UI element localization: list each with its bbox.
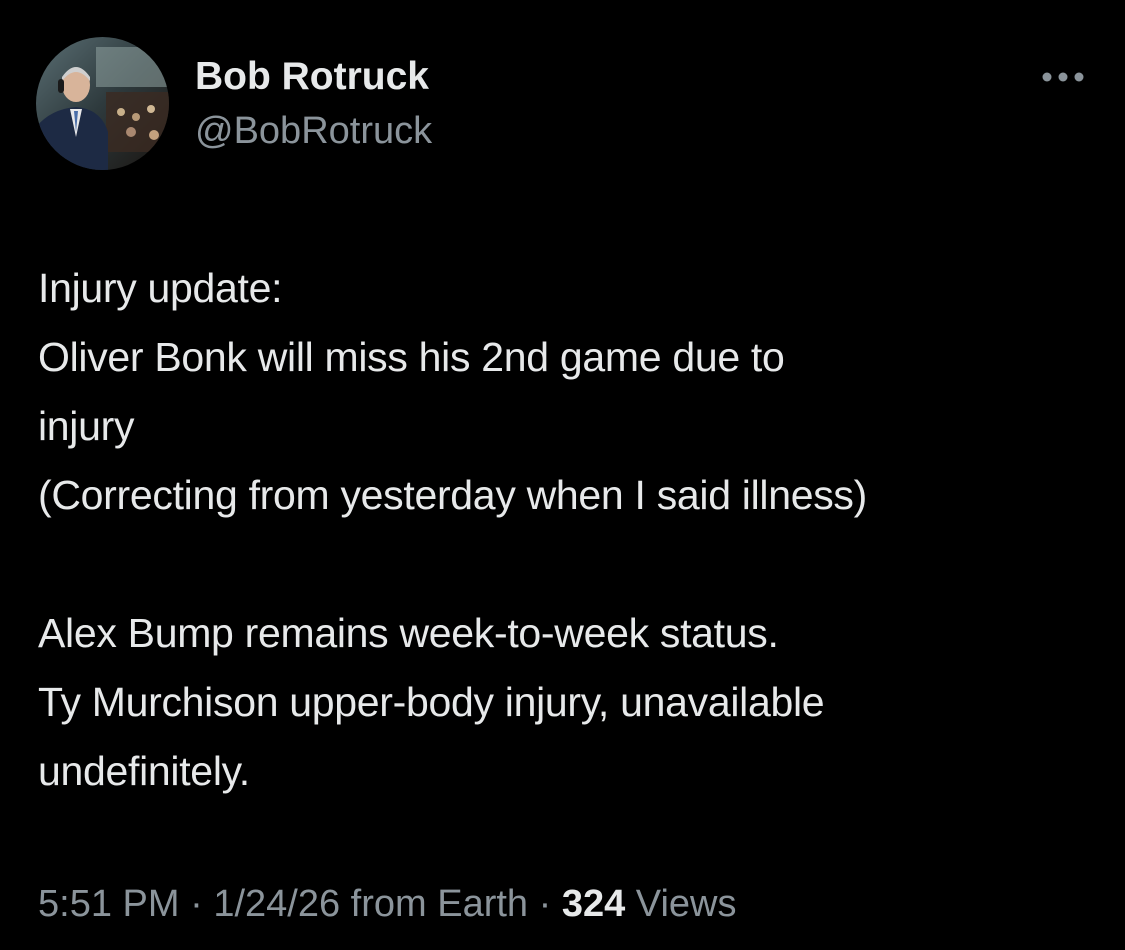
tweet-text: Injury update: Oliver Bonk will miss his… (38, 254, 1108, 806)
tweet-text-line: undefinitely. (38, 748, 250, 794)
tweet-text-line: Injury update: (38, 265, 283, 311)
meta-separator: · (179, 883, 214, 925)
tweet-location: from Earth (340, 883, 529, 925)
tweet-text-line: Oliver Bonk will miss his 2nd game due t… (38, 334, 785, 380)
more-horizontal-icon (1042, 72, 1084, 82)
avatar-image (36, 37, 169, 170)
tweet-time[interactable]: 5:51 PM (38, 883, 180, 925)
tweet-text-line: Alex Bump remains week-to-week status. (38, 610, 779, 656)
tweet-text-line: Ty Murchison upper-body injury, unavaila… (38, 679, 825, 725)
author-display-name[interactable]: Bob Rotruck (195, 54, 429, 100)
meta-separator: · (528, 883, 562, 925)
more-options-button[interactable] (1036, 60, 1090, 94)
tweet-date[interactable]: 1/24/26 (213, 883, 340, 925)
tweet-text-line: (Correcting from yesterday when I said i… (38, 472, 867, 518)
tweet-text-line: injury (38, 403, 135, 449)
author-avatar[interactable] (36, 37, 169, 170)
views-label: Views (625, 883, 737, 925)
author-handle[interactable]: @BobRotruck (195, 108, 432, 154)
views-count[interactable]: 324 (562, 883, 625, 925)
tweet-metadata: 5:51 PM · 1/24/26 from Earth · 324 Views (38, 880, 737, 928)
